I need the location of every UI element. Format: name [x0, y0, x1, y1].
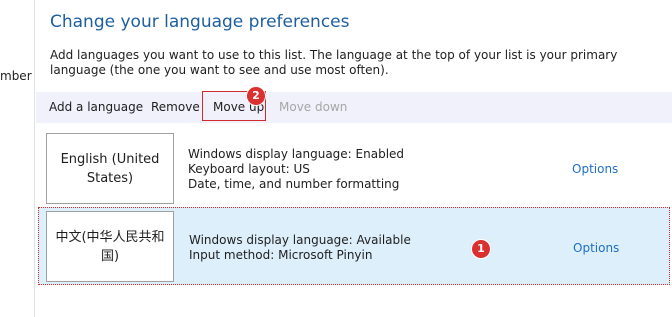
step-marker-2: 2: [246, 86, 266, 106]
options-link-english[interactable]: Options: [572, 162, 618, 176]
formatting-info: Date, time, and number formatting: [188, 177, 400, 191]
move-down-button[interactable]: Move down: [279, 92, 347, 123]
options-link-chinese[interactable]: Options: [573, 241, 619, 255]
language-toolbar: Add a language Remove Move up Move down: [36, 92, 672, 123]
language-tile-chinese[interactable]: 中文(中华人民共和国): [46, 211, 174, 282]
step-marker-1: 1: [471, 239, 491, 259]
display-language-status: Windows display language: Enabled: [188, 147, 405, 161]
left-pane-text-fragment: mber: [0, 69, 32, 83]
left-navigation-pane: mber: [0, 0, 35, 317]
page-title: Change your language preferences: [50, 12, 350, 32]
remove-button[interactable]: Remove: [151, 92, 200, 123]
language-row-chinese[interactable]: 中文(中华人民共和国) Windows display language: Av…: [38, 207, 670, 285]
language-name: 中文(中华人民共和国): [55, 229, 165, 264]
language-tile-english[interactable]: English (United States): [46, 133, 174, 204]
language-details: Windows display language: Enabled Keyboa…: [188, 147, 404, 192]
page-description: Add languages you want to use to this li…: [50, 48, 618, 77]
language-row-english[interactable]: English (United States) Windows display …: [38, 128, 670, 206]
language-name: English (United States): [60, 151, 160, 186]
input-method: Input method: Microsoft Pinyin: [189, 248, 373, 262]
display-language-status: Windows display language: Available: [189, 233, 411, 247]
language-details: Windows display language: Available Inpu…: [189, 233, 411, 263]
add-language-button[interactable]: Add a language: [49, 92, 143, 123]
keyboard-layout: Keyboard layout: US: [188, 162, 310, 176]
